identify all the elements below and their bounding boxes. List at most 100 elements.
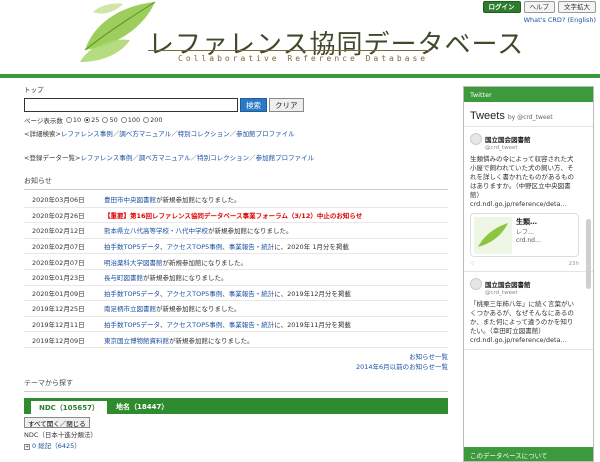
report-stats-link[interactable]: 事業報告・統計	[229, 290, 275, 298]
news-date: 2019年12月25日	[32, 305, 85, 314]
register-profile-link[interactable]: 参加館プロファイル	[256, 154, 315, 162]
news-text: が新規参加館になりました。	[169, 336, 254, 345]
clear-button[interactable]: クリア	[269, 98, 304, 112]
news-text: に、2020年 1月分を掲載	[274, 243, 349, 252]
news-item: 2020年02月07日 明治薬科大学図書館が新規参加館になりました。	[24, 254, 448, 270]
top5-data-link[interactable]: 拍手数TOP5データ	[104, 321, 160, 329]
search-input[interactable]	[24, 98, 238, 112]
news-date: 2019年12月11日	[32, 321, 85, 330]
ndc-tree: すべて開く／閉じる NDC（日本十進分類法） +0 総記（6425）	[24, 416, 448, 450]
tweets-title-row: Tweets by @crd_tweet	[464, 102, 593, 127]
per-page-option[interactable]: 100	[120, 116, 140, 124]
tweet-time[interactable]: 23h	[569, 261, 579, 267]
tweet-handle[interactable]: @crd_tweet	[485, 290, 579, 296]
site-header: レファレンス協同データベース Collaborative Reference D…	[0, 0, 600, 78]
news-text: が新規参加館になりました。	[156, 305, 241, 314]
news-link[interactable]: 明治薬科大学図書館	[104, 259, 163, 267]
news-item: 2020年01月09日 拍手数TOP5データ、アクセスTOP5事例、事業報告・統…	[24, 286, 448, 302]
top5-access-link[interactable]: アクセスTOP5事例	[166, 290, 222, 298]
news-important-link[interactable]: 【重要】第16回レファレンス協同データベース事業フォーラム（3/12）中止のお知…	[104, 210, 362, 220]
per-page-option[interactable]: 10	[65, 116, 81, 124]
twitter-sidebar: Twitter Tweets by @crd_tweet 国立国会図書館 @cr…	[463, 86, 594, 462]
tab-place-name[interactable]: 地名（18447）	[108, 400, 176, 414]
avatar[interactable]	[470, 278, 482, 290]
tree-item-label[interactable]: 0 総記（6425）	[32, 442, 81, 450]
search-button[interactable]: 検索	[240, 98, 267, 112]
tweet-text: 生類憐みの令によって収容された犬小屋で飼われていた犬の飼い方、それを詳しく書かれ…	[470, 155, 574, 208]
news-link[interactable]: 長与町図書館	[104, 274, 143, 282]
news-link[interactable]: 豊田市中央図書館	[104, 196, 156, 204]
report-stats-link[interactable]: 事業報告・統計	[229, 243, 275, 251]
detail-search-profile-link[interactable]: 参加館プロファイル	[236, 130, 295, 138]
tweet[interactable]: 国立国会図書館 @crd_tweet 「桃栗三年柿八年」に続く言葉がいくつかある…	[464, 272, 593, 350]
detail-search-reference-link[interactable]: レファレンス事例	[61, 130, 113, 138]
breadcrumb: トップ	[24, 86, 44, 94]
news-archive-link[interactable]: 2014年6月以前のお知らせ一覧	[356, 363, 448, 371]
font-size-button[interactable]: 文字拡大	[558, 1, 596, 13]
register-collection-link[interactable]: 特別コレクション	[197, 154, 249, 162]
about-database-header[interactable]: このデータベースについて	[464, 447, 593, 461]
tweet-author[interactable]: 国立国会図書館	[485, 134, 531, 144]
per-page-option[interactable]: 25	[84, 116, 99, 124]
radio-icon	[143, 117, 150, 123]
register-data-label: <登録データ一覧>	[24, 154, 81, 162]
news-link[interactable]: 南足柄市立図書館	[104, 305, 156, 313]
heart-icon[interactable]: ♡	[470, 261, 475, 267]
card-title: 生類…	[516, 218, 537, 226]
tab-ndc[interactable]: NDC（105657）	[30, 399, 109, 414]
register-reference-link[interactable]: レファレンス事例	[80, 154, 132, 162]
per-page-selector: ページ表示数 10 25 50 100 200	[24, 115, 448, 125]
tweet-link-card[interactable]: 生類… レフ… crd.nd…	[470, 213, 579, 257]
news-text: に、2019年12月分を掲載	[274, 289, 351, 298]
radio-icon	[65, 117, 72, 123]
news-link[interactable]: 東京国立博物館資料館	[104, 337, 169, 345]
top5-data-link[interactable]: 拍手数TOP5データ	[104, 243, 160, 251]
card-description: レフ… crd.nd…	[516, 229, 541, 244]
expand-all-button[interactable]: すべて開く／閉じる	[24, 416, 90, 428]
sidebar-scrollbar[interactable]	[586, 219, 591, 289]
news-date: 2020年02月12日	[32, 227, 85, 236]
help-button[interactable]: ヘルプ	[523, 1, 555, 13]
news-text: が新規参加館になりました。	[162, 258, 248, 267]
tweet-author[interactable]: 国立国会図書館	[485, 279, 531, 289]
register-manual-link[interactable]: 調べ方マニュアル	[139, 154, 191, 162]
top5-data-link[interactable]: 拍手数TOP5データ	[104, 290, 160, 298]
whats-crd-link[interactable]: What's CRD? (English)	[524, 16, 596, 24]
top-utility-links: ログイン ヘルプ 文字拡大	[482, 1, 596, 13]
report-stats-link[interactable]: 事業報告・統計	[229, 321, 275, 329]
main-content: トップ 検索 クリア ページ表示数 10 25 50 100 200 <詳細検索…	[24, 84, 448, 450]
search-bar: 検索 クリア	[24, 98, 448, 112]
topic-tabs: NDC（105657） 地名（18447）	[24, 397, 448, 414]
top5-access-link[interactable]: アクセスTOP5事例	[166, 243, 222, 251]
news-item: 2019年12月09日 東京国立博物館資料館が新規参加館になりました。	[24, 332, 448, 348]
news-text: が新規参加館になりました。	[156, 196, 241, 205]
per-page-option[interactable]: 200	[143, 116, 163, 124]
radio-checked-icon	[84, 117, 91, 123]
register-data-links: <登録データ一覧>レファレンス事例／調べ方マニュアル／特別コレクション／参加館プ…	[24, 154, 315, 162]
avatar[interactable]	[470, 133, 482, 145]
card-thumbnail-icon	[474, 217, 512, 254]
news-text: が新規参加館になりました。	[143, 274, 228, 283]
news-section-title: お知らせ	[24, 176, 448, 190]
title-underline	[148, 50, 430, 51]
news-link[interactable]: 熊本県立八代高等学校・八代中学校	[104, 227, 208, 235]
detail-search-manual-link[interactable]: 調べ方マニュアル	[119, 130, 171, 138]
news-date: 2020年01月23日	[32, 274, 85, 283]
news-date: 2020年01月09日	[32, 289, 85, 298]
news-list-link[interactable]: お知らせ一覧	[409, 353, 448, 361]
per-page-option[interactable]: 50	[102, 116, 118, 124]
news-item: 2020年03月06日 豊田市中央図書館が新規参加館になりました。	[24, 192, 448, 208]
tweet-handle[interactable]: @crd_tweet	[485, 145, 579, 151]
tweet[interactable]: 国立国会図書館 @crd_tweet 生類憐みの令によって収容された犬小屋で飼わ…	[464, 127, 593, 272]
news-text: に、2019年11月分を掲載	[274, 321, 351, 330]
tree-item[interactable]: +0 総記（6425）	[24, 440, 448, 450]
top5-access-link[interactable]: アクセスTOP5事例	[166, 321, 222, 329]
news-date: 2020年02月26日	[32, 211, 85, 220]
news-date: 2020年03月06日	[32, 196, 85, 205]
tweets-by-link[interactable]: by @crd_tweet	[508, 114, 553, 121]
login-button[interactable]: ログイン	[482, 1, 521, 13]
expand-plus-icon[interactable]: +	[24, 443, 30, 450]
topics-section-title: テーマから探す	[24, 378, 448, 392]
news-item: 2020年01月23日 長与町図書館が新規参加館になりました。	[24, 270, 448, 286]
detail-search-collection-link[interactable]: 特別コレクション	[178, 130, 230, 138]
